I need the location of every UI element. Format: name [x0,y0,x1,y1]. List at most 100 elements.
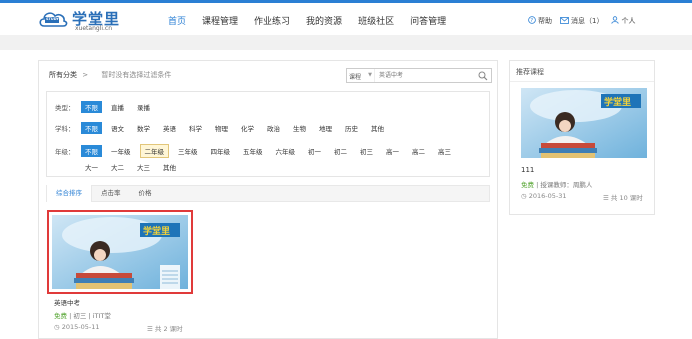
svg-text:?: ? [530,18,533,24]
course-date: ◷ 2015-05-11 [54,323,100,331]
filter-subject-label: 学科： [55,125,75,133]
nav-qa-management[interactable]: 问答管理 [402,14,454,30]
recommend-course-name[interactable]: 111 [521,166,534,174]
filter-subject-option[interactable]: 语文 [107,122,128,134]
nav-my-resources[interactable]: 我的资源 [298,14,350,30]
filter-type-option[interactable]: 直播 [107,101,128,113]
personal-link[interactable]: 个人 [611,16,635,26]
filter-grade-option[interactable]: 不限 [81,145,102,157]
sub-header-bar [0,35,692,50]
site-logo[interactable]: STUDY 学堂里 xuetangli.cn [38,9,128,35]
course-title[interactable]: 英语中考 [54,297,80,307]
svg-text:学堂里: 学堂里 [143,225,170,237]
search-input[interactable] [377,69,473,82]
recommend-lessons: ☰ 共 10 课时 [603,192,643,202]
filter-subject-option[interactable]: 化学 [237,122,258,134]
filter-grade-option[interactable]: 四年级 [207,145,235,157]
filter-type-option[interactable]: 录播 [133,101,154,113]
course-card-thumbnail[interactable]: 学堂里 [47,210,193,294]
logo-subtext: xuetangli.cn [75,25,113,32]
recommend-price: 免费 [521,181,534,189]
filter-grade-option[interactable]: 一年级 [107,145,135,157]
filter-subject-option[interactable]: 历史 [341,122,362,134]
logo-badge: STUDY [46,17,59,21]
nav-course-management[interactable]: 课程管理 [194,14,246,30]
main-nav: 首页 课程管理 作业练习 我的资源 班级社区 问答管理 [160,14,454,30]
filter-grade-option[interactable]: 初一 [304,145,325,157]
filter-grade-option[interactable]: 高三 [434,145,455,157]
course-meta: 免费 | 初三 | iTIT堂 [54,310,111,320]
filter-grade-option[interactable]: 五年级 [239,145,267,157]
tab-click-rate[interactable]: 点击率 [92,185,130,202]
messages-link[interactable]: 消息（1） [560,16,603,26]
filter-subject-option[interactable]: 物理 [211,122,232,134]
nav-homework[interactable]: 作业练习 [246,14,298,30]
recommend-lessons-value: 共 10 课时 [610,194,643,202]
filter-grade-option[interactable]: 初二 [330,145,351,157]
recommend-thumbnail-image[interactable]: 学堂里 [521,88,647,158]
recommend-date: ◷ 2016-05-31 [521,192,567,200]
filter-grade-option-selected[interactable]: 二年级 [139,144,169,158]
filter-row-grade: 年级： 不限 一年级 二年级 三年级 四年级 五年级 六年级 初一 初二 初三 … [55,144,460,158]
sort-tabs: 综合排序 点击率 价格 [46,185,490,202]
filter-type-label: 类型： [55,104,75,112]
filter-grade-option[interactable]: 高一 [382,145,403,157]
user-icon [611,16,620,26]
nav-class-community[interactable]: 班级社区 [350,14,402,30]
search-button[interactable] [475,69,491,82]
filter-row-type: 类型： 不限 直播 录播 [55,101,159,113]
recommend-panel: 推荐课程 学堂里 111 免费 | 授课教师：周鹏人 ◷ 2016-05-31 … [509,60,655,215]
course-teacher: iTIT堂 [92,312,111,320]
filter-subject-option[interactable]: 地理 [315,122,336,134]
search-box: 课程 ▼ [346,68,492,83]
filter-grade-option[interactable]: 三年级 [174,145,202,157]
help-label: 帮助 [538,17,552,25]
breadcrumb-all[interactable]: 所有分类 [49,71,77,79]
search-icon [478,71,488,80]
list-icon: ☰ [603,194,611,202]
envelope-icon [560,16,569,26]
filter-subject-option[interactable]: 其他 [367,122,388,134]
clock-icon: ◷ [521,192,529,200]
recommend-date-value: 2016-05-31 [528,192,567,200]
filter-grade-option[interactable]: 其他 [159,161,180,173]
filter-grade-option[interactable]: 大三 [133,161,154,173]
help-link[interactable]: ? 帮助 [528,16,552,26]
recommend-teacher: 周鹏人 [572,181,593,189]
filter-grade-option[interactable]: 大二 [107,161,128,173]
filter-subject-option[interactable]: 数学 [133,122,154,134]
recommend-teacher-label: 授课教师： [540,181,573,189]
filter-grade-option[interactable]: 六年级 [272,145,300,157]
filter-subject-option[interactable]: 政治 [263,122,284,134]
breadcrumb-separator: > [82,71,89,79]
svg-text:学堂里: 学堂里 [604,96,631,108]
filter-grade-option[interactable]: 高二 [408,145,429,157]
header: STUDY 学堂里 xuetangli.cn 首页 课程管理 作业练习 我的资源… [0,3,692,35]
filter-grade-label: 年级： [55,148,75,156]
search-scope-select[interactable]: 课程 ▼ [347,69,375,82]
filter-subject-option[interactable]: 生物 [289,122,310,134]
filter-grade-option[interactable]: 初三 [356,145,377,157]
header-actions: ? 帮助 消息（1） 个人 [528,16,643,26]
recommend-meta: 免费 | 授课教师：周鹏人 [521,179,592,189]
tab-comprehensive[interactable]: 综合排序 [47,185,92,202]
filter-grade-option[interactable]: 大一 [81,161,102,173]
recommend-title: 推荐课程 [516,68,544,76]
filter-row-subject: 学科： 不限 语文 数学 英语 科学 物理 化学 政治 生物 地理 历史 其他 [55,122,393,134]
list-icon: ☰ [147,325,155,333]
divider [510,81,654,82]
course-list-panel: 所有分类 > 暂时没有选择过滤条件 课程 ▼ 类型： 不限 直播 录播 学科： … [38,60,498,339]
chevron-down-icon: ▼ [368,72,372,78]
help-icon: ? [528,16,536,26]
filter-row-grade-2: 大一 大二 大三 其他 [81,161,185,173]
course-grade: 初三 [73,312,87,320]
filter-hint: 暂时没有选择过滤条件 [101,71,172,79]
breadcrumb: 所有分类 > 暂时没有选择过滤条件 [49,70,171,80]
tab-price[interactable]: 价格 [130,185,161,202]
filter-subject-option[interactable]: 英语 [159,122,180,134]
filter-subject-option[interactable]: 不限 [81,122,102,134]
nav-home[interactable]: 首页 [160,14,194,30]
filter-subject-option[interactable]: 科学 [185,122,206,134]
search-scope-label: 课程 [349,74,362,81]
filter-type-option[interactable]: 不限 [81,101,102,113]
